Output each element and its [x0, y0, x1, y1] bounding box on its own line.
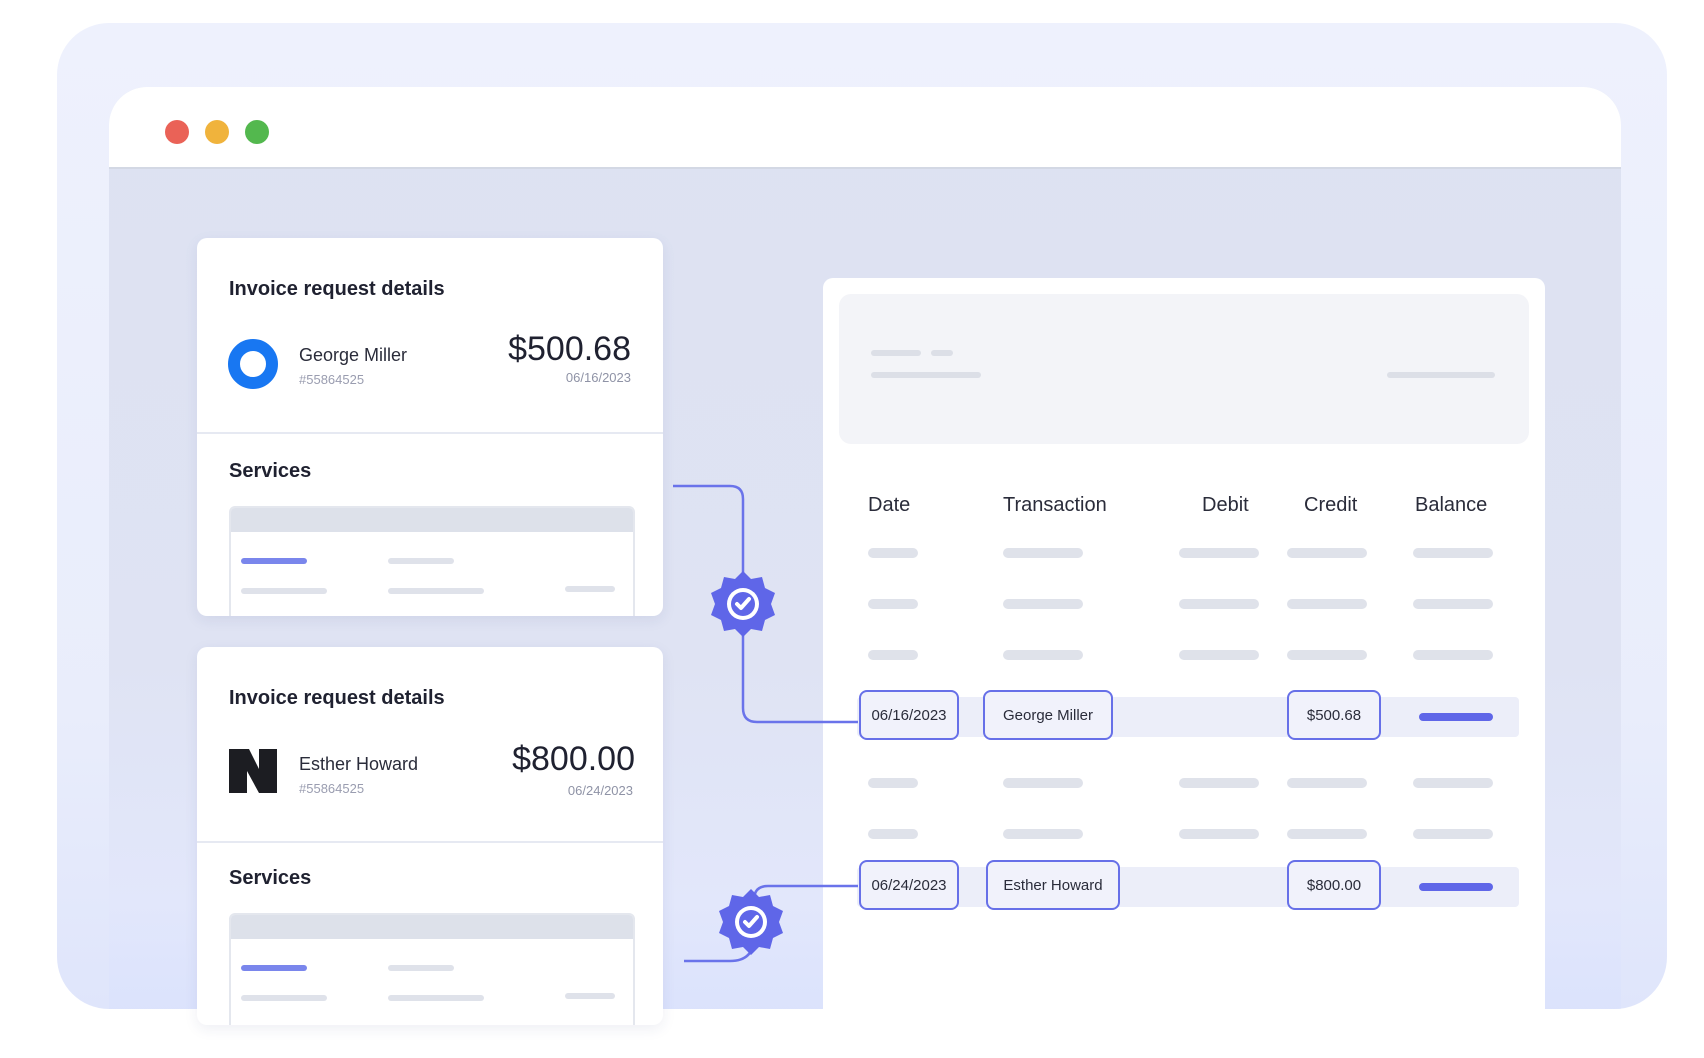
invoice-card-1[interactable]: Invoice request details George Miller #5…	[197, 238, 663, 616]
column-header-balance: Balance	[1415, 494, 1488, 516]
placeholder-bar	[1003, 650, 1083, 660]
placeholder-bar	[1413, 599, 1493, 609]
placeholder-bar	[388, 558, 454, 564]
placeholder-bar	[1179, 829, 1259, 839]
matched-date-cell[interactable]: 06/16/2023	[859, 690, 959, 740]
matched-date-cell[interactable]: 06/24/2023	[859, 860, 959, 910]
placeholder-bar	[388, 965, 454, 971]
matched-credit-cell[interactable]: $500.68	[1287, 690, 1381, 740]
placeholder-bar	[241, 558, 307, 564]
balance-indicator	[1419, 713, 1493, 721]
check-badge-icon	[711, 571, 775, 637]
maximize-window-button[interactable]	[245, 120, 269, 144]
placeholder-bar	[1413, 829, 1493, 839]
invoice-header: Invoice request details Esther Howard #5…	[197, 647, 663, 843]
placeholder-bar	[1179, 599, 1259, 609]
close-window-button[interactable]	[165, 120, 189, 144]
placeholder-bar	[931, 350, 953, 356]
matched-transaction-cell[interactable]: George Miller	[983, 690, 1113, 740]
invoice-card-2[interactable]: Invoice request details Esther Howard #5…	[197, 647, 663, 1025]
invoice-title: Invoice request details	[229, 687, 445, 709]
matched-credit-cell[interactable]: $800.00	[1287, 860, 1381, 910]
placeholder-bar	[241, 965, 307, 971]
services-table-header	[231, 508, 633, 532]
placeholder-bar	[388, 588, 484, 594]
invoice-reference: #55864525	[299, 781, 365, 796]
placeholder-bar	[1179, 548, 1259, 558]
placeholder-bar	[241, 588, 327, 594]
placeholder-bar	[868, 778, 918, 788]
services-heading: Services	[229, 460, 312, 482]
invoice-amount: $800.00	[512, 740, 635, 778]
placeholder-bar	[1413, 778, 1493, 788]
placeholder-bar	[565, 993, 615, 999]
invoice-amount: $500.68	[508, 330, 631, 368]
ledger-summary-placeholder	[839, 294, 1529, 444]
placeholder-bar	[1287, 778, 1367, 788]
services-table	[229, 506, 635, 616]
placeholder-bar	[1003, 599, 1083, 609]
placeholder-bar	[1287, 548, 1367, 558]
placeholder-bar	[1287, 599, 1367, 609]
n-logo-icon	[229, 749, 277, 793]
placeholder-bar	[868, 599, 918, 609]
placeholder-bar	[565, 586, 615, 592]
placeholder-bar	[1287, 650, 1367, 660]
customer-name: Esther Howard	[299, 754, 419, 774]
services-table-header	[231, 915, 633, 939]
check-badge-icon	[719, 889, 783, 955]
placeholder-bar	[868, 650, 918, 660]
title-bar	[109, 87, 1621, 169]
placeholder-bar	[1413, 548, 1493, 558]
placeholder-bar	[1179, 778, 1259, 788]
placeholder-bar	[868, 829, 918, 839]
placeholder-bar	[871, 372, 981, 378]
column-header-debit: Debit	[1202, 494, 1249, 516]
placeholder-bar	[1287, 829, 1367, 839]
services-table	[229, 913, 635, 1025]
placeholder-bar	[868, 548, 918, 558]
placeholder-bar	[871, 350, 921, 356]
placeholder-bar	[1003, 829, 1083, 839]
blue-ring-logo-icon	[228, 339, 278, 389]
placeholder-bar	[1003, 778, 1083, 788]
placeholder-bar	[1413, 650, 1493, 660]
minimize-window-button[interactable]	[205, 120, 229, 144]
matched-transaction-cell[interactable]: Esther Howard	[986, 860, 1120, 910]
placeholder-bar	[388, 995, 484, 1001]
column-header-credit: Credit	[1304, 494, 1358, 516]
column-header-transaction: Transaction	[1003, 494, 1107, 516]
placeholder-bar	[1179, 650, 1259, 660]
invoice-header: Invoice request details George Miller #5…	[197, 238, 663, 434]
balance-indicator	[1419, 883, 1493, 891]
ledger-panel: Date Transaction Debit Credit Balance 06…	[823, 278, 1545, 1058]
invoice-date: 06/24/2023	[567, 783, 633, 798]
placeholder-bar	[241, 995, 327, 1001]
invoice-date: 06/16/2023	[565, 370, 631, 385]
invoice-reference: #55864525	[299, 372, 365, 387]
services-heading: Services	[229, 867, 312, 889]
column-header-date: Date	[868, 494, 911, 516]
placeholder-bar	[1387, 372, 1495, 378]
placeholder-bar	[1003, 548, 1083, 558]
invoice-title: Invoice request details	[229, 278, 445, 300]
customer-name: George Miller	[299, 345, 408, 365]
